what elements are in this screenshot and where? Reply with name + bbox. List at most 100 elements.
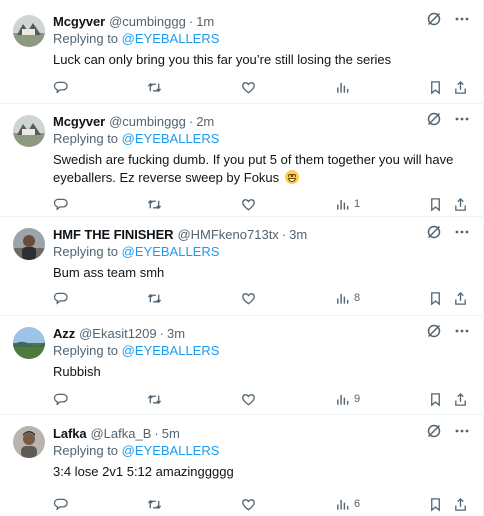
views-icon bbox=[337, 394, 349, 405]
views-button[interactable]: 8 bbox=[335, 289, 360, 307]
replying-to: Replying to @EYEBALLERS bbox=[53, 131, 219, 149]
reply-button[interactable] bbox=[53, 289, 68, 307]
bookmark-button[interactable] bbox=[428, 78, 443, 96]
more-icon[interactable] bbox=[453, 10, 471, 28]
mention-link[interactable]: @EYEBALLERS bbox=[122, 244, 220, 259]
share-button[interactable] bbox=[453, 195, 468, 213]
separator: · bbox=[188, 113, 194, 129]
more-icon[interactable] bbox=[453, 322, 471, 340]
reply-button[interactable] bbox=[53, 78, 68, 96]
reply-icon bbox=[53, 292, 68, 305]
retweet-button[interactable] bbox=[147, 495, 162, 513]
like-button[interactable] bbox=[241, 289, 256, 307]
reply-button[interactable] bbox=[53, 195, 68, 213]
tweet-4[interactable]: Lafka @Lafka_B · 5m Replying to @EYEBALL… bbox=[0, 415, 483, 516]
bookmark-button[interactable] bbox=[428, 195, 443, 213]
mention-link[interactable]: @EYEBALLERS bbox=[122, 343, 220, 358]
like-icon bbox=[242, 393, 255, 405]
views-button[interactable]: 1 bbox=[335, 195, 360, 213]
display-name[interactable]: HMF THE FINISHER bbox=[53, 227, 174, 242]
share-icon bbox=[455, 497, 466, 511]
user-handle[interactable]: @cumbinggg bbox=[109, 114, 186, 129]
display-name[interactable]: Mcgyver bbox=[53, 114, 105, 129]
views-button[interactable]: 6 bbox=[335, 495, 360, 513]
mention-link[interactable]: @EYEBALLERS bbox=[122, 443, 220, 458]
retweet-button[interactable] bbox=[147, 78, 162, 96]
grok-icon[interactable] bbox=[425, 223, 443, 241]
display-name[interactable]: Lafka bbox=[53, 426, 87, 441]
share-button[interactable] bbox=[453, 78, 468, 96]
mention-link[interactable]: @EYEBALLERS bbox=[122, 31, 220, 46]
tweet-3[interactable]: Azz @Ekasit1209 · 3m Replying to @EYEBAL… bbox=[0, 316, 483, 415]
grok-icon[interactable] bbox=[425, 322, 443, 340]
views-count: 6 bbox=[354, 498, 361, 510]
reply-button[interactable] bbox=[53, 390, 68, 408]
user-handle[interactable]: @Ekasit1209 bbox=[79, 326, 157, 341]
avatar[interactable] bbox=[13, 327, 45, 359]
separator: · bbox=[154, 425, 159, 441]
like-button[interactable] bbox=[241, 390, 256, 408]
like-icon bbox=[242, 81, 255, 93]
share-button[interactable] bbox=[453, 495, 468, 513]
display-name[interactable]: Azz bbox=[53, 326, 75, 341]
action-bar bbox=[53, 78, 471, 96]
grok-icon[interactable] bbox=[425, 422, 443, 440]
like-button[interactable] bbox=[241, 495, 256, 513]
bookmark-button[interactable] bbox=[428, 289, 443, 307]
bookmark-icon bbox=[431, 291, 440, 305]
bookmark-icon bbox=[431, 392, 440, 406]
timestamp[interactable]: 1m bbox=[196, 14, 214, 29]
retweet-icon bbox=[147, 394, 162, 404]
more-icon[interactable] bbox=[453, 110, 471, 128]
replying-to: Replying to @EYEBALLERS bbox=[53, 31, 219, 49]
avatar[interactable] bbox=[13, 115, 45, 147]
replying-to-label: Replying to bbox=[53, 244, 119, 259]
tweet-header: Mcgyver @cumbinggg · 1m bbox=[53, 12, 214, 30]
more-icon[interactable] bbox=[453, 422, 471, 440]
reply-icon bbox=[53, 81, 68, 94]
views-count: 8 bbox=[354, 292, 361, 304]
grok-icon[interactable] bbox=[425, 110, 443, 128]
share-button[interactable] bbox=[453, 390, 468, 408]
views-button[interactable] bbox=[335, 78, 354, 96]
like-button[interactable] bbox=[241, 78, 256, 96]
share-button[interactable] bbox=[453, 289, 468, 307]
avatar[interactable] bbox=[13, 228, 45, 260]
retweet-button[interactable] bbox=[147, 289, 162, 307]
views-count: 9 bbox=[354, 393, 361, 405]
share-icon bbox=[455, 80, 466, 94]
user-handle[interactable]: @Lafka_B bbox=[90, 426, 151, 441]
mention-link[interactable]: @EYEBALLERS bbox=[122, 131, 220, 146]
reply-button[interactable] bbox=[53, 495, 68, 513]
like-button[interactable] bbox=[241, 195, 256, 213]
grok-icon[interactable] bbox=[425, 10, 443, 28]
bookmark-icon bbox=[431, 497, 440, 511]
avatar[interactable] bbox=[13, 426, 45, 458]
tweet-2[interactable]: HMF THE FINISHER @HMFkeno713tx · 3m Repl… bbox=[0, 217, 483, 316]
bookmark-button[interactable] bbox=[428, 495, 443, 513]
views-icon bbox=[337, 499, 349, 510]
tweet-1[interactable]: Mcgyver @cumbinggg · 2m Replying to @EYE… bbox=[0, 104, 483, 217]
tweet-0[interactable]: Mcgyver @cumbinggg · 1m Replying to @EYE… bbox=[0, 0, 483, 104]
timestamp[interactable]: 3m bbox=[167, 326, 185, 341]
reply-icon bbox=[53, 498, 68, 511]
user-handle[interactable]: @cumbinggg bbox=[109, 14, 186, 29]
views-count: 1 bbox=[354, 198, 361, 210]
views-button[interactable]: 9 bbox=[335, 390, 360, 408]
action-bar: 9 bbox=[53, 390, 471, 408]
replying-to: Replying to @EYEBALLERS bbox=[53, 443, 219, 461]
bookmark-icon bbox=[431, 197, 440, 211]
bookmark-button[interactable] bbox=[428, 390, 443, 408]
avatar[interactable] bbox=[13, 15, 45, 47]
timestamp[interactable]: 2m bbox=[196, 114, 214, 129]
user-handle[interactable]: @HMFkeno713tx bbox=[177, 227, 278, 242]
views-icon bbox=[337, 82, 349, 93]
retweet-button[interactable] bbox=[147, 390, 162, 408]
display-name[interactable]: Mcgyver bbox=[53, 14, 105, 29]
timestamp[interactable]: 5m bbox=[162, 426, 180, 441]
retweet-button[interactable] bbox=[147, 195, 162, 213]
replying-to-label: Replying to bbox=[53, 443, 119, 458]
more-icon[interactable] bbox=[453, 223, 471, 241]
action-bar: 8 bbox=[53, 289, 471, 307]
timestamp[interactable]: 3m bbox=[289, 227, 307, 242]
